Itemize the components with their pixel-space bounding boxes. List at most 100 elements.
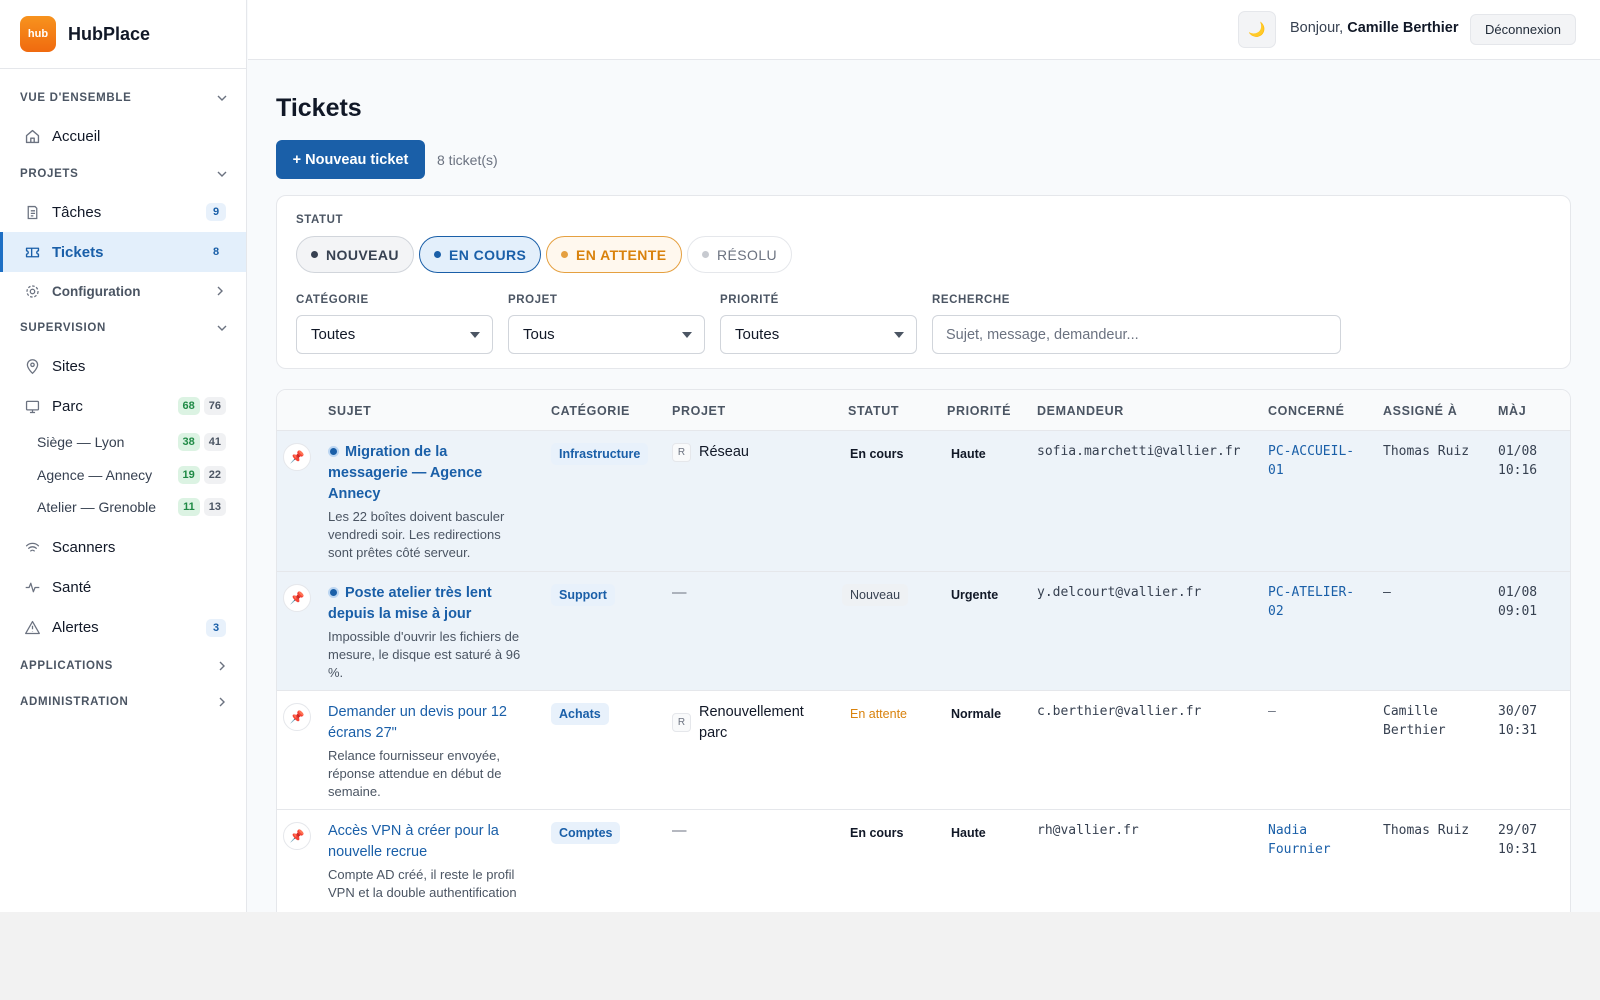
project-cell: R Renouvellement parc bbox=[672, 702, 832, 744]
top-bar: 🌙 Bonjour, Camille Berthier Déconnexion bbox=[248, 0, 1600, 60]
table-row[interactable]: 📌 Poste atelier très lent depuis la mise… bbox=[277, 572, 1570, 691]
count-badge: 3 bbox=[206, 618, 226, 637]
online-count-badge: 11 bbox=[178, 498, 200, 517]
status-chip-en-cours[interactable]: EN COURS bbox=[419, 236, 542, 273]
sidebar-subitem-siege-lyon[interactable]: Siège — Lyon 38 41 bbox=[0, 426, 246, 459]
sidebar-item-parc[interactable]: Parc 68 76 bbox=[0, 386, 246, 426]
search-input[interactable] bbox=[932, 315, 1341, 354]
table-row[interactable]: 📌 Migration de la messagerie — Agence An… bbox=[277, 431, 1570, 572]
updated-at: 01/08 09:01 bbox=[1498, 583, 1558, 621]
priority-badge: Haute bbox=[951, 447, 986, 461]
chip-label: EN ATTENTE bbox=[576, 246, 667, 263]
sidebar-subitem-label: Atelier — Grenoble bbox=[37, 499, 157, 516]
chevron-down-icon bbox=[217, 95, 227, 101]
table-row[interactable]: 📌 Demander un devis pour 12 écrans 27" R… bbox=[277, 691, 1570, 810]
total-count-badge: 22 bbox=[203, 465, 226, 484]
sidebar-subitem-label: Agence — Annecy bbox=[37, 466, 153, 483]
chevron-down-icon bbox=[217, 171, 227, 177]
logout-button[interactable]: Déconnexion bbox=[1470, 14, 1576, 45]
updated-date: 30/07 bbox=[1498, 704, 1538, 719]
assignee: Camille Berthier bbox=[1383, 704, 1446, 738]
updated-time: 10:31 bbox=[1498, 842, 1538, 857]
updated-time: 10:31 bbox=[1498, 723, 1538, 738]
updated-at: 30/07 10:31 bbox=[1498, 702, 1558, 740]
new-ticket-button[interactable]: + Nouveau ticket bbox=[276, 140, 425, 179]
sidebar-nav: VUE D'ENSEMBLE Accueil PROJETS Tâches 9 … bbox=[0, 69, 246, 720]
sidebar-subitem-agence-annecy[interactable]: Agence — Annecy 19 22 bbox=[0, 459, 246, 492]
ticket-title-link[interactable]: Accès VPN à créer pour la nouvelle recru… bbox=[328, 821, 528, 863]
brand-name: HubPlace bbox=[68, 23, 151, 44]
section-supervision[interactable]: SUPERVISION bbox=[0, 310, 246, 346]
pin-icon[interactable]: 📌 bbox=[283, 703, 311, 731]
sidebar-item-configuration[interactable]: Configuration bbox=[0, 272, 246, 310]
project-name: Réseau bbox=[699, 444, 749, 460]
concerned-link[interactable]: Nadia Fournier bbox=[1268, 821, 1368, 859]
status-dot bbox=[702, 251, 709, 258]
status-chip-en-attente[interactable]: EN ATTENTE bbox=[546, 236, 682, 273]
column-header-priorite[interactable]: PRIORITÉ bbox=[947, 404, 1011, 418]
priority-badge: Urgente bbox=[951, 588, 999, 602]
app-window: hub HubPlace VUE D'ENSEMBLE Accueil PROJ… bbox=[0, 0, 1600, 912]
ticket-title-link[interactable]: Migration de la messagerie — Agence Anne… bbox=[328, 442, 528, 505]
project-name: Renouvellement parc bbox=[699, 704, 804, 741]
sidebar-item-sites[interactable]: Sites bbox=[0, 346, 246, 386]
requester-email: c.berthier@vallier.fr bbox=[1037, 704, 1202, 719]
online-count-badge: 19 bbox=[177, 465, 200, 484]
brand[interactable]: hub HubPlace bbox=[0, 0, 246, 69]
section-projets[interactable]: PROJETS bbox=[0, 156, 246, 192]
category-select[interactable]: Toutes bbox=[296, 315, 493, 354]
concerned-link[interactable]: PC-ACCUEIL-01 bbox=[1268, 442, 1368, 480]
user-name: Camille Berthier bbox=[1347, 20, 1459, 36]
sidebar-item-label: Tâches bbox=[52, 203, 102, 221]
concerned-cell: — bbox=[1268, 704, 1276, 719]
sidebar-item-alertes[interactable]: Alertes 3 bbox=[0, 608, 246, 648]
total-count-badge: 76 bbox=[203, 397, 226, 415]
column-header-assigne[interactable]: ASSIGNÉ À bbox=[1383, 404, 1457, 418]
concerned-link[interactable]: PC-ATELIER-02 bbox=[1268, 583, 1368, 621]
theme-toggle-button[interactable]: 🌙 bbox=[1238, 11, 1276, 48]
page-title: Tickets bbox=[276, 94, 362, 122]
sidebar-item-scanners[interactable]: Scanners bbox=[0, 528, 246, 568]
ticket-title-link[interactable]: Demander un devis pour 12 écrans 27" bbox=[328, 702, 528, 744]
updated-at: 01/08 10:16 bbox=[1498, 442, 1558, 480]
online-count-badge: 68 bbox=[177, 397, 200, 415]
column-header-sujet[interactable]: SUJET bbox=[328, 404, 371, 418]
category-badge: Infrastructure bbox=[551, 443, 649, 465]
section-vue-d-ensemble[interactable]: VUE D'ENSEMBLE bbox=[0, 80, 246, 116]
total-count-badge: 41 bbox=[203, 433, 226, 452]
column-header-concerne[interactable]: CONCERNÉ bbox=[1268, 404, 1345, 418]
pin-icon[interactable]: 📌 bbox=[283, 822, 311, 850]
ticket-subject: Accès VPN à créer pour la nouvelle recru… bbox=[328, 821, 528, 902]
project-filter-label: PROJET bbox=[508, 294, 558, 306]
ticket-title-link[interactable]: Poste atelier très lent depuis la mise à… bbox=[328, 583, 528, 625]
sidebar-item-accueil[interactable]: Accueil bbox=[0, 116, 246, 156]
pin-icon[interactable]: 📌 bbox=[283, 443, 311, 471]
priority-badge: Haute bbox=[951, 826, 986, 840]
column-header-projet[interactable]: PROJET bbox=[672, 404, 726, 418]
sidebar-item-tickets[interactable]: Tickets 8 bbox=[0, 232, 246, 272]
project-select[interactable]: Tous bbox=[508, 315, 705, 354]
status-chip-nouveau[interactable]: NOUVEAU bbox=[296, 236, 414, 273]
sidebar-item-label: Parc bbox=[52, 397, 83, 415]
pin-icon[interactable]: 📌 bbox=[283, 584, 311, 612]
ticket-message: Compte AD créé, il reste le profil VPN e… bbox=[328, 867, 517, 900]
priority-select[interactable]: Toutes bbox=[720, 315, 917, 354]
table-row[interactable]: 📌 Accès VPN à créer pour la nouvelle rec… bbox=[277, 810, 1570, 912]
filters-panel: STATUT NOUVEAU EN COURS EN ATTENTE RÉSOL… bbox=[276, 195, 1571, 369]
chevron-right-icon bbox=[219, 697, 225, 706]
sidebar-subitem-atelier-grenoble[interactable]: Atelier — Grenoble 11 13 bbox=[0, 491, 246, 524]
requester-email: sofia.marchetti@vallier.fr bbox=[1037, 444, 1241, 459]
section-applications[interactable]: APPLICATIONS bbox=[0, 648, 246, 684]
tickets-table: SUJET CATÉGORIE PROJET STATUT PRIORITÉ D… bbox=[276, 389, 1571, 912]
greeting: Bonjour, Camille Berthier bbox=[1290, 20, 1458, 36]
column-header-statut[interactable]: STATUT bbox=[848, 404, 899, 418]
column-header-categorie[interactable]: CATÉGORIE bbox=[551, 404, 630, 418]
column-header-demandeur[interactable]: DEMANDEUR bbox=[1037, 404, 1124, 418]
sidebar-item-label: Sites bbox=[52, 357, 86, 375]
sidebar-item-sante[interactable]: Santé bbox=[0, 568, 246, 608]
status-chip-resolu[interactable]: RÉSOLU bbox=[687, 236, 793, 273]
sidebar-item-taches[interactable]: Tâches 9 bbox=[0, 192, 246, 232]
column-header-maj[interactable]: MÀJ bbox=[1498, 404, 1526, 418]
section-administration[interactable]: ADMINISTRATION bbox=[0, 684, 246, 720]
pulse-icon bbox=[22, 578, 42, 598]
